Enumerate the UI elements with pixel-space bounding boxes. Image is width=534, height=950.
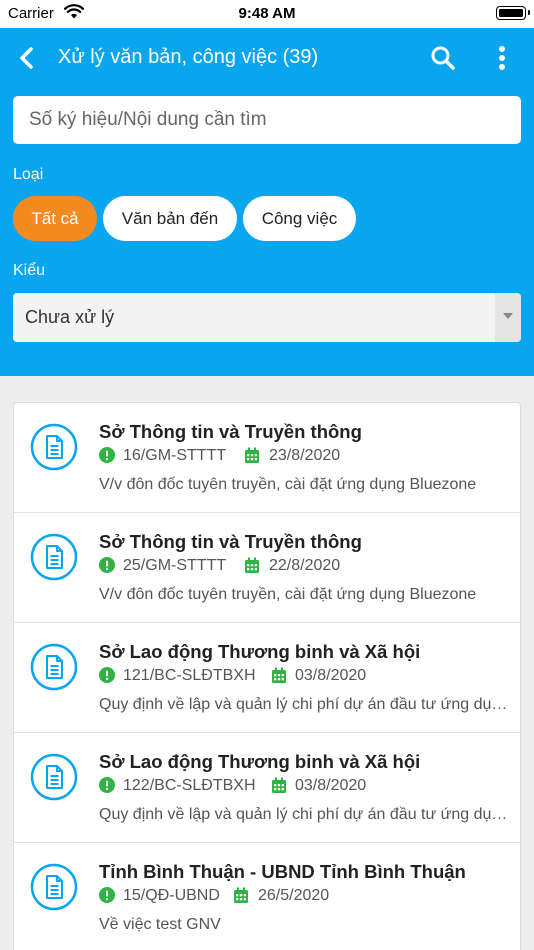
- calendar-icon: [245, 557, 259, 573]
- kind-select-value: Chưa xử lý: [25, 307, 115, 327]
- document-icon: [30, 533, 78, 581]
- calendar-icon: [245, 447, 259, 463]
- header: Xử lý văn bản, công việc (39) Loại Tất c…: [0, 28, 534, 376]
- select-arrow-area[interactable]: [495, 293, 521, 342]
- search-input[interactable]: [13, 96, 521, 144]
- kind-select[interactable]: Chưa xử lý: [13, 293, 521, 342]
- item-date: 26/5/2020: [258, 887, 330, 904]
- list-item[interactable]: Sở Lao động Thương binh và Xã hội 121/BC…: [14, 623, 520, 733]
- chip-all-label: Tất cả: [31, 208, 79, 228]
- item-date: 03/8/2020: [295, 667, 367, 684]
- search-icon[interactable]: [430, 45, 456, 71]
- more-vertical-icon[interactable]: [490, 44, 514, 72]
- item-number: 16/GM-STTTT: [123, 447, 227, 464]
- calendar-icon: [234, 887, 248, 903]
- chevron-down-icon: [503, 313, 513, 319]
- back-arrow-icon[interactable]: [14, 45, 40, 71]
- list-item[interactable]: Sở Thông tin và Truyền thông 25/GM-STTTT…: [14, 513, 520, 623]
- item-description: V/v đôn đốc tuyên truyền, cài đặt ứng dụ…: [99, 586, 477, 603]
- chip-incoming-documents-label: Văn bản đến: [121, 208, 219, 228]
- item-number: 122/BC-SLĐTBXH: [123, 777, 256, 794]
- alert-icon: [99, 777, 115, 793]
- list-item[interactable]: Sở Thông tin và Truyền thông 16/GM-STTTT…: [14, 403, 520, 513]
- item-description: Quy định về lập và quản lý chi phí dự án…: [99, 806, 509, 823]
- list-item[interactable]: Sở Lao động Thương binh và Xã hội 122/BC…: [14, 733, 520, 843]
- document-icon: [30, 753, 78, 801]
- alert-icon: [99, 557, 115, 573]
- item-description: Về việc test GNV: [99, 916, 221, 933]
- item-title: Sở Thông tin và Truyền thông: [99, 531, 362, 552]
- list-item[interactable]: Tỉnh Bình Thuận - UBND Tỉnh Bình Thuận 1…: [14, 843, 520, 950]
- item-description: Quy định về lập và quản lý chi phí dự án…: [99, 696, 509, 713]
- calendar-icon: [272, 777, 286, 793]
- clock: 9:48 AM: [238, 5, 296, 22]
- chip-all[interactable]: Tất cả: [13, 196, 97, 241]
- item-description: V/v đôn đốc tuyên truyền, cài đặt ứng dụ…: [99, 476, 477, 493]
- document-icon: [30, 423, 78, 471]
- item-number: 121/BC-SLĐTBXH: [123, 667, 256, 684]
- calendar-icon: [272, 667, 286, 683]
- page-title: Xử lý văn bản, công việc (39): [58, 46, 319, 68]
- kind-filter-label: Kiểu: [13, 262, 46, 279]
- item-date: 22/8/2020: [269, 557, 341, 574]
- battery-icon: [496, 6, 530, 20]
- item-date: 03/8/2020: [295, 777, 367, 794]
- item-number: 15/QĐ-UBND: [123, 887, 220, 904]
- alert-icon: [99, 887, 115, 903]
- item-number: 25/GM-STTTT: [123, 557, 227, 574]
- document-icon: [30, 643, 78, 691]
- type-filter-label: Loại: [13, 166, 44, 183]
- chip-tasks-label: Công việc: [261, 208, 338, 228]
- document-icon: [30, 863, 78, 911]
- item-date: 23/8/2020: [269, 447, 341, 464]
- item-title: Sở Thông tin và Truyền thông: [99, 421, 362, 442]
- alert-icon: [99, 667, 115, 683]
- item-title: Tỉnh Bình Thuận - UBND Tỉnh Bình Thuận: [99, 861, 466, 882]
- alert-icon: [99, 447, 115, 463]
- status-bar: Carrier 9:48 AM: [0, 0, 534, 28]
- chip-tasks[interactable]: Công việc: [243, 196, 356, 241]
- document-list: Sở Thông tin và Truyền thông 16/GM-STTTT…: [13, 402, 521, 950]
- item-title: Sở Lao động Thương binh và Xã hội: [99, 641, 421, 662]
- nav-bar: Xử lý văn bản, công việc (39): [0, 28, 534, 88]
- item-title: Sở Lao động Thương binh và Xã hội: [99, 751, 421, 772]
- chip-incoming-documents[interactable]: Văn bản đến: [103, 196, 237, 241]
